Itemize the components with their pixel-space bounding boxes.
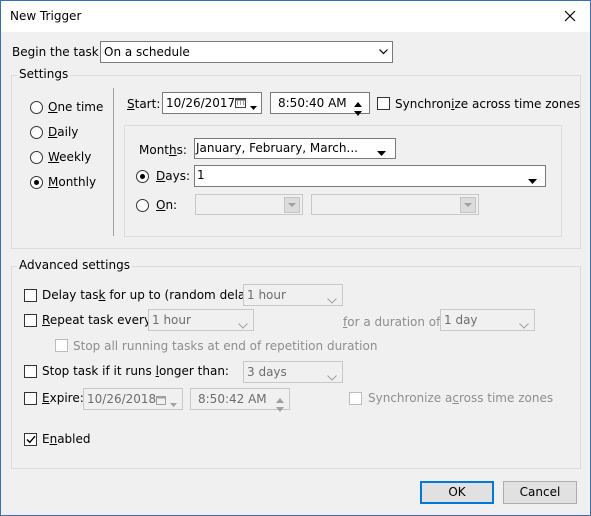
days-value: 1	[197, 168, 205, 182]
radio-daily-label: Daily	[48, 125, 79, 139]
radio-days[interactable]	[136, 170, 149, 183]
duration-value: 1 day	[444, 313, 478, 327]
chevron-down-icon	[374, 42, 392, 62]
months-dropdown[interactable]: January, February, March...	[194, 138, 396, 159]
radio-one-time-label: One time	[48, 100, 104, 114]
expire-time-value: 8:50:42 AM	[198, 392, 267, 406]
begin-task-dropdown[interactable]: On a schedule	[100, 41, 393, 63]
days-label: Days:	[156, 169, 190, 183]
chevron-down-icon	[284, 197, 300, 213]
radio-one-time[interactable]	[30, 101, 43, 114]
begin-task-label: Begin the task:	[12, 45, 103, 59]
chevron-down-icon	[460, 197, 476, 213]
repeat-value: 1 hour	[152, 313, 191, 327]
on-day-dropdown[interactable]	[311, 194, 479, 215]
chevron-down-icon	[327, 370, 337, 384]
start-time-value: 8:50:40 AM	[278, 96, 347, 110]
delay-checkbox[interactable]	[24, 289, 37, 302]
enabled-label: Enabled	[42, 432, 91, 446]
chevron-down-icon	[377, 146, 386, 160]
title-bar: New Trigger	[1, 1, 590, 32]
new-trigger-dialog: New Trigger Begin the task: On a schedul…	[0, 0, 591, 516]
repeat-checkbox[interactable]	[24, 314, 37, 327]
on-week-dropdown[interactable]	[195, 194, 303, 215]
sync-timezones-checkbox[interactable]	[377, 97, 390, 110]
stop-longer-value: 3 days	[247, 365, 287, 379]
begin-task-value: On a schedule	[104, 45, 190, 59]
calendar-icon	[156, 394, 166, 408]
chevron-down-icon	[170, 397, 177, 411]
stop-running-checkbox[interactable]	[55, 339, 68, 352]
radio-on[interactable]	[136, 199, 149, 212]
radio-monthly[interactable]	[30, 176, 43, 189]
spin-down-icon[interactable]	[354, 105, 362, 119]
expire-sync-checkbox[interactable]	[349, 392, 362, 405]
ok-button[interactable]: OK	[420, 481, 494, 504]
chevron-down-icon	[250, 100, 257, 114]
radio-weekly-label: Weekly	[48, 150, 92, 164]
delay-value: 1 hour	[247, 288, 286, 302]
delay-dropdown[interactable]: 1 hour	[243, 284, 343, 306]
enabled-checkbox[interactable]	[24, 433, 37, 446]
on-label: On:	[156, 198, 178, 212]
delay-label: Delay task for up to (random delay):	[42, 288, 262, 302]
start-time-field[interactable]: 8:50:40 AM	[270, 92, 370, 116]
days-dropdown[interactable]: 1	[194, 165, 546, 187]
radio-weekly[interactable]	[30, 151, 43, 164]
chevron-down-icon	[519, 318, 529, 332]
expire-checkbox[interactable]	[24, 392, 37, 405]
stop-longer-dropdown[interactable]: 3 days	[243, 361, 343, 383]
stop-longer-label: Stop task if it runs longer than:	[42, 364, 229, 378]
calendar-icon	[235, 97, 246, 111]
chevron-down-icon	[238, 318, 248, 332]
window-title: New Trigger	[10, 9, 82, 23]
chevron-down-icon	[327, 293, 337, 307]
months-label: Months:	[139, 143, 187, 157]
advanced-settings-label: Advanced settings	[17, 258, 132, 272]
stop-longer-checkbox[interactable]	[24, 365, 37, 378]
sync-timezones-label: Synchronize across time zones	[395, 97, 581, 111]
expire-date-picker[interactable]: 10/26/2018	[83, 388, 183, 410]
radio-monthly-label: Monthly	[48, 175, 97, 189]
expire-label: Expire:	[42, 391, 84, 405]
start-date-picker[interactable]: 10/26/2017	[162, 92, 262, 114]
radio-daily[interactable]	[30, 126, 43, 139]
repeat-dropdown[interactable]: 1 hour	[148, 309, 254, 331]
duration-label: for a duration of:	[343, 315, 444, 329]
settings-group-label: Settings	[17, 67, 71, 81]
start-label: Start:	[127, 97, 161, 111]
duration-dropdown[interactable]: 1 day	[440, 309, 535, 331]
cancel-button[interactable]: Cancel	[503, 481, 577, 504]
expire-time-field[interactable]: 8:50:42 AM	[190, 388, 290, 412]
repeat-label: Repeat task every:	[42, 313, 155, 327]
chevron-down-icon	[528, 174, 537, 188]
stop-running-label: Stop all running tasks at end of repetit…	[73, 339, 378, 353]
start-date-value: 10/26/2017	[166, 96, 236, 110]
expire-sync-label: Synchronize across time zones	[368, 391, 554, 405]
settings-divider	[113, 88, 114, 236]
spin-down-icon[interactable]	[276, 401, 284, 415]
expire-date-value: 10/26/2018	[87, 392, 157, 406]
months-value: January, February, March...	[196, 141, 358, 155]
close-icon[interactable]	[560, 6, 580, 26]
